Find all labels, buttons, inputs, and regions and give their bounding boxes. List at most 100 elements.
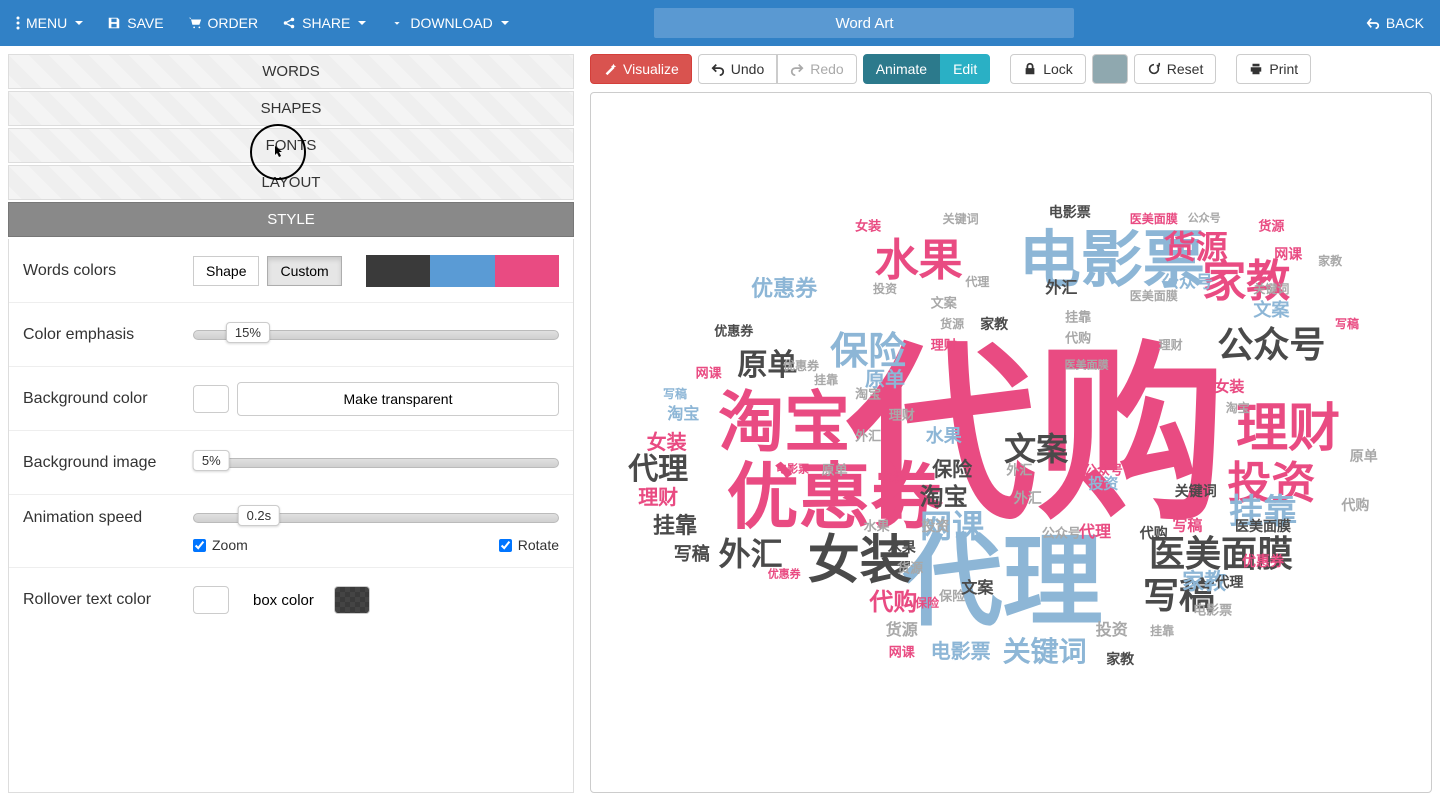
cloud-word[interactable]: 医美面膜 [1130,213,1178,225]
cloud-word[interactable]: 理财 [931,338,957,351]
visualize-button[interactable]: Visualize [590,54,692,84]
cloud-word[interactable]: 水果 [888,540,916,554]
save-button[interactable]: SAVE [107,15,163,31]
cloud-word[interactable]: 网课 [696,366,722,379]
cloud-word[interactable]: 网课 [889,646,915,659]
cloud-word[interactable]: 外汇 [1045,281,1077,297]
cloud-word[interactable]: 外汇 [1014,491,1042,505]
cloud-word[interactable]: 货源 [940,318,964,330]
cloud-word[interactable]: 货源 [1258,219,1284,232]
tab-words[interactable]: WORDS [8,54,574,89]
cloud-word[interactable]: 水果 [875,239,963,283]
cloud-word[interactable]: 投资 [1088,477,1118,492]
cloud-word[interactable]: 女装 [1214,379,1244,394]
cloud-word[interactable]: 保险 [915,597,939,609]
cloud-word[interactable]: 挂靠 [653,515,697,537]
cloud-word[interactable]: 女装 [881,471,905,483]
cloud-word[interactable]: 文案 [961,581,993,597]
cloud-word[interactable]: 关键词 [1253,283,1289,295]
canvas-bgcolor-swatch[interactable] [1092,54,1128,84]
shape-toggle[interactable]: Shape [193,256,259,286]
cloud-word[interactable]: 投资 [1096,623,1128,639]
cloud-word[interactable]: 水果 [864,520,890,533]
cloud-word[interactable]: 理财 [1159,339,1183,351]
cloud-word[interactable]: 关键词 [943,213,979,225]
wordart-canvas[interactable]: 代购代理优惠券淘宝电影票女装理财医美面膜水果投资家教公众号货源写稿保险挂靠网课外… [590,92,1432,793]
cloud-word[interactable]: 医美面膜 [1065,360,1109,371]
slider-handle[interactable]: 5% [193,450,230,471]
cloud-word[interactable]: 代理 [965,276,989,288]
cloud-word[interactable]: 货源 [886,623,918,639]
zoom-checkbox[interactable]: Zoom [193,537,248,553]
cloud-word[interactable]: 关键词 [1003,638,1087,666]
animate-button[interactable]: Animate [863,54,940,84]
redo-button[interactable]: Redo [777,54,856,84]
palette-swatch-1[interactable] [366,255,430,287]
cloud-word[interactable]: 原单 [1350,449,1378,463]
make-transparent-button[interactable]: Make transparent [237,382,559,416]
cloud-word[interactable]: 公众号 [1042,527,1081,540]
menu-button[interactable]: MENU [16,15,83,31]
cloud-word[interactable]: 淘宝 [718,389,850,455]
background-image-slider[interactable]: 5% [193,454,559,472]
cloud-word[interactable]: 理财 [889,408,915,421]
rollover-text-color-swatch[interactable] [193,586,229,614]
cloud-word[interactable]: 外汇 [719,538,783,570]
cloud-word[interactable]: 代购 [1065,331,1091,344]
cloud-word[interactable]: 优惠券 [751,278,817,300]
cloud-word[interactable]: 挂靠 [814,374,838,386]
tab-fonts[interactable]: FONTS [8,128,574,163]
cloud-word[interactable]: 医美面膜 [1235,519,1291,533]
palette-swatch-3[interactable] [495,255,559,287]
cloud-word[interactable]: 文案 [1253,301,1289,319]
cloud-word[interactable]: 电影票 [1049,205,1091,219]
cloud-word[interactable]: 电影票 [1193,604,1232,617]
cloud-word[interactable]: 货源 [1164,231,1228,263]
color-emphasis-slider[interactable]: 15% [193,326,559,344]
tab-style[interactable]: STYLE [8,202,574,237]
cloud-word[interactable]: 文案 [931,296,957,309]
cloud-word[interactable]: 原单 [865,370,905,390]
cloud-word[interactable]: 家教 [1318,255,1342,267]
cloud-word[interactable]: 关键词 [1175,484,1217,498]
cloud-word[interactable]: 淘宝 [667,407,699,423]
cloud-word[interactable]: 写稿 [663,388,687,400]
cloud-word[interactable]: 优惠券 [768,570,801,581]
tab-layout[interactable]: LAYOUT [8,165,574,200]
cloud-word[interactable]: 淘宝 [920,486,968,510]
cloud-word[interactable]: 优惠券 [714,324,753,337]
cloud-word[interactable]: 外汇 [855,429,881,442]
cloud-word[interactable]: 公众号 [1188,213,1221,224]
cloud-word[interactable]: 网课 [1274,247,1302,261]
order-button[interactable]: ORDER [188,15,259,31]
cloud-word[interactable]: 挂靠 [1065,310,1091,323]
cloud-word[interactable]: 写稿 [1172,519,1202,534]
tab-shapes[interactable]: SHAPES [8,91,574,126]
cloud-word[interactable]: 理财 [638,488,678,508]
cloud-word[interactable]: 公众号 [1217,327,1325,363]
cloud-word[interactable]: 女装 [647,433,687,453]
cloud-word[interactable]: 外汇 [1006,464,1032,477]
title-input[interactable] [654,8,1074,38]
cloud-word[interactable]: 水果 [926,427,962,445]
cloud-word[interactable]: 家教 [980,317,1008,331]
cloud-word[interactable]: 电影票 [776,465,809,476]
cloud-word[interactable]: 保险 [932,460,972,480]
slider-handle[interactable]: 0.2s [238,505,281,526]
cloud-word[interactable]: 挂靠 [1150,625,1174,637]
cloud-word[interactable]: 公众号 [1162,273,1213,290]
reset-button[interactable]: Reset [1134,54,1217,84]
cloud-word[interactable]: 公众号 [1084,464,1123,477]
cloud-word[interactable]: 投资 [921,519,949,533]
cloud-word[interactable]: 电影票 [931,642,991,662]
custom-toggle[interactable]: Custom [267,256,341,286]
cloud-word[interactable]: 保险 [830,333,906,371]
animation-speed-slider[interactable]: 0.2s [193,509,559,527]
slider-handle[interactable]: 15% [226,322,270,343]
cloud-word[interactable]: 文案 [1004,433,1068,465]
share-button[interactable]: SHARE [282,15,366,31]
cloud-word[interactable]: 淘宝 [1226,402,1250,414]
cloud-word[interactable]: 代理 [628,455,688,485]
cloud-word[interactable]: 代购 [1140,526,1168,540]
cloud-word[interactable]: 代购 [869,591,917,615]
